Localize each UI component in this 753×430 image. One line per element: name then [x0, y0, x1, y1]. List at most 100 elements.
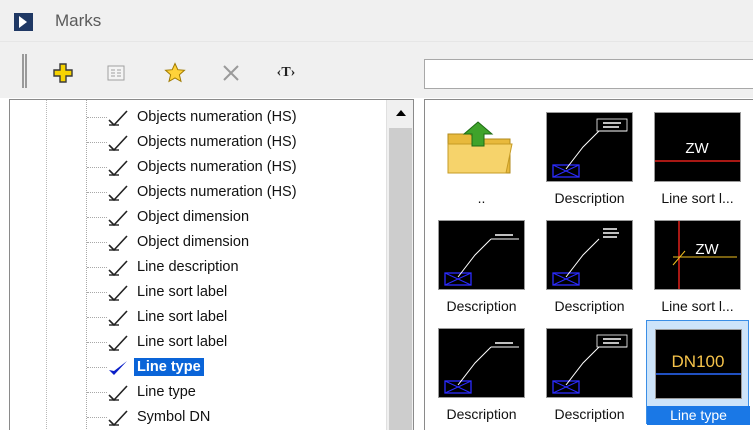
favorite-star-icon [164, 62, 186, 83]
arrow-up-icon [395, 110, 406, 116]
tree-item-label: Objects numeration (HS) [137, 159, 297, 175]
tree-connector [87, 367, 107, 368]
marks-tree: Objects numeration (HS) Objects numeratio… [9, 99, 414, 430]
tree-connector [87, 292, 107, 293]
tree-connector [87, 342, 107, 343]
window-title: Marks [55, 11, 102, 30]
tree-item-label: Line type [134, 358, 204, 376]
mark-check-icon [107, 234, 129, 252]
favorite-button[interactable] [164, 62, 186, 84]
gallery-tile-caption: .. [477, 190, 486, 206]
tree-item-label: Line type [137, 384, 196, 400]
tree-connector [87, 142, 107, 143]
mark-check-icon [107, 384, 129, 402]
text-tag-button[interactable]: ‹T› [273, 62, 299, 84]
toolbar-grip[interactable] [22, 54, 27, 88]
search-input[interactable] [424, 59, 753, 89]
mark-preview-thumbnail: ZW [654, 112, 741, 182]
tree-item[interactable]: Line sort label [10, 330, 386, 355]
tree-item[interactable]: Objects numeration (HS) [10, 130, 386, 155]
tree-item[interactable]: Symbol DN [10, 405, 386, 430]
gallery-tile[interactable]: DN100 Line type [646, 320, 750, 425]
mark-check-icon [107, 109, 129, 127]
gallery-tile-caption: Description [554, 406, 625, 422]
mark-preview-thumbnail [438, 328, 525, 398]
tree-connector [87, 117, 107, 118]
add-plus-icon [53, 63, 73, 83]
gallery-tile[interactable]: ZW Line sort l... [646, 212, 749, 316]
tree-connector [87, 392, 107, 393]
tree-item-label: Object dimension [137, 209, 250, 225]
gallery-tile[interactable]: Description [538, 104, 641, 208]
tree-item-label: Line sort label [137, 334, 228, 350]
mark-preview-thumbnail [546, 328, 633, 398]
gallery-tile-caption: Description [446, 298, 517, 314]
tree-connector [87, 267, 107, 268]
toolbar: ‹T› [0, 42, 753, 98]
mark-preview-thumbnail [546, 112, 633, 182]
delete-button[interactable] [220, 62, 242, 84]
svg-text:ZW: ZW [695, 241, 719, 258]
mark-check-icon [107, 409, 129, 427]
gallery-tile-caption: Description [554, 190, 625, 206]
tree-item[interactable]: Objects numeration (HS) [10, 155, 386, 180]
mark-check-icon [107, 334, 129, 352]
marks-gallery: .. Description ZW Line sort l... Description… [424, 99, 753, 430]
tree-item-label: Objects numeration (HS) [137, 184, 297, 200]
svg-text:ZW: ZW [685, 140, 709, 157]
tree-vertical-scrollbar[interactable] [386, 100, 413, 430]
mark-check-icon [107, 284, 129, 302]
gallery-tile-caption: Line type [647, 406, 750, 425]
mark-check-icon [107, 184, 129, 202]
tree-item[interactable]: Line type [10, 355, 386, 380]
mark-check-icon [107, 159, 129, 177]
tree-item-label: Line sort label [137, 309, 228, 325]
tree-item[interactable]: Object dimension [10, 205, 386, 230]
scrollbar-thumb[interactable] [389, 128, 412, 430]
mark-preview-thumbnail: DN100 [655, 329, 742, 399]
mark-check-icon [107, 259, 129, 277]
tree-connector [87, 167, 107, 168]
svg-text:DN100: DN100 [672, 352, 725, 371]
gallery-tile-caption: Line sort l... [661, 298, 734, 314]
gallery-tile-parent-folder[interactable]: .. [430, 104, 533, 208]
gallery-tile[interactable]: Description [538, 320, 641, 424]
tree-connector [87, 317, 107, 318]
add-button[interactable] [52, 62, 74, 84]
tree-item[interactable]: Objects numeration (HS) [10, 105, 386, 130]
gallery-tile[interactable]: ZW Line sort l... [646, 104, 749, 208]
properties-button[interactable] [105, 62, 127, 84]
scroll-up-button[interactable] [387, 100, 413, 126]
mark-check-icon [107, 209, 129, 227]
gallery-tile[interactable]: Description [430, 212, 533, 316]
tree-item[interactable]: Line description [10, 255, 386, 280]
properties-list-icon [107, 65, 125, 81]
tree-item-label: Symbol DN [137, 409, 211, 425]
tree-item-label: Objects numeration (HS) [137, 134, 297, 150]
mark-check-icon [107, 134, 129, 152]
title-bar: Marks [0, 0, 753, 42]
tree-item-label: Object dimension [137, 234, 250, 250]
mark-check-icon [107, 309, 129, 327]
tree-item[interactable]: Line sort label [10, 305, 386, 330]
tree-connector [87, 217, 107, 218]
folder-up-icon [438, 112, 525, 182]
tree-item-label: Objects numeration (HS) [137, 109, 297, 125]
text-tag-icon: ‹T› [276, 65, 296, 80]
tree-connector [87, 417, 107, 418]
delete-x-icon [223, 65, 239, 81]
app-logo-icon [14, 13, 33, 31]
mark-preview-thumbnail: ZW [654, 220, 741, 290]
tree-item[interactable]: Line sort label [10, 280, 386, 305]
mark-check-icon [107, 359, 129, 377]
gallery-tile-caption: Line sort l... [661, 190, 734, 206]
gallery-tile[interactable]: Description [538, 212, 641, 316]
gallery-tile[interactable]: Description [430, 320, 533, 424]
tree-item[interactable]: Object dimension [10, 230, 386, 255]
tree-item[interactable]: Line type [10, 380, 386, 405]
tree-item-label: Line sort label [137, 284, 228, 300]
gallery-tile-caption: Description [446, 406, 517, 422]
tree-item[interactable]: Objects numeration (HS) [10, 180, 386, 205]
tree-connector [87, 192, 107, 193]
tree-connector [87, 242, 107, 243]
